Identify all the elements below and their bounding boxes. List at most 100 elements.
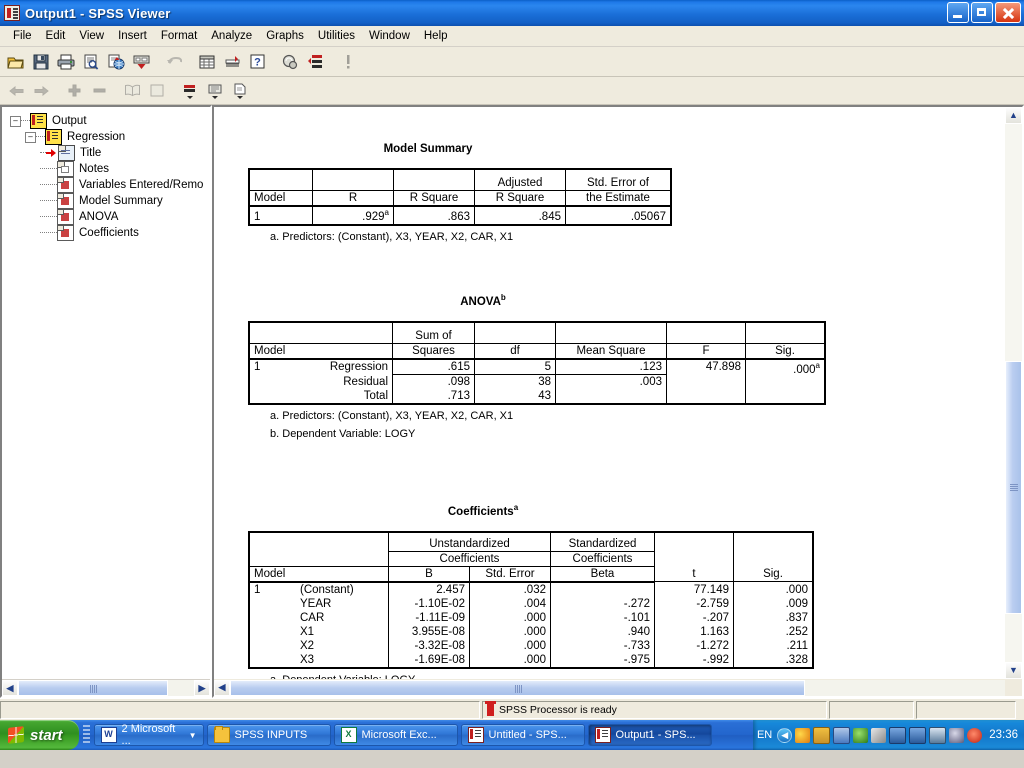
- display2-icon[interactable]: [909, 726, 927, 744]
- output-scroll-left-button[interactable]: ◀: [214, 679, 230, 696]
- menu-item-insert[interactable]: Insert: [111, 28, 154, 44]
- output-viewer-pane[interactable]: Model Summary Adjusted Std. Error of Mod…: [212, 105, 1024, 698]
- coef-cell-se-x2: .000: [469, 638, 551, 653]
- output-canvas[interactable]: Model Summary Adjusted Std. Error of Mod…: [228, 107, 1005, 679]
- footnote-text: Dependent Variable: LOGY: [282, 427, 416, 440]
- show-hide-icon[interactable]: [178, 79, 202, 102]
- output-vertical-scrollbar[interactable]: ▲ ▼: [1005, 107, 1022, 679]
- menu-item-help[interactable]: Help: [417, 28, 455, 44]
- goto-data-icon[interactable]: [195, 50, 219, 73]
- display1-icon[interactable]: [889, 726, 907, 744]
- tree-node-title[interactable]: Title: [2, 145, 210, 161]
- save-file-icon[interactable]: [29, 50, 53, 73]
- word-icon: W: [100, 727, 117, 743]
- output-vscroll-thumb[interactable]: [1005, 360, 1022, 614]
- coef-cell-blank-car: [248, 610, 278, 625]
- coefficients-table: Unstandardized Standardized t Sig. Coeff…: [248, 530, 814, 669]
- recall-dialog-icon[interactable]: [129, 50, 153, 73]
- tree-node-notes[interactable]: Notes: [2, 161, 210, 177]
- output-hscroll-thumb[interactable]: [230, 679, 805, 696]
- taskbar-item-word[interactable]: W 2 Microsoft ... ▼: [93, 723, 204, 747]
- tree-node-output[interactable]: – Output: [2, 113, 210, 129]
- menu-item-view[interactable]: View: [72, 28, 111, 44]
- tree-node-variables-entered[interactable]: Variables Entered/Remo: [2, 177, 210, 193]
- goto-case-icon[interactable]: [220, 50, 244, 73]
- hide-results-icon[interactable]: [203, 79, 227, 102]
- outline-scroll-left-button[interactable]: ◀: [2, 680, 18, 696]
- language-indicator[interactable]: EN: [757, 729, 772, 741]
- taskbar-clock[interactable]: 23:36: [989, 729, 1018, 741]
- open-file-icon[interactable]: [4, 50, 28, 73]
- output-scroll-up-button[interactable]: ▲: [1005, 107, 1022, 124]
- tree-node-coefficients[interactable]: Coefficients: [2, 225, 210, 241]
- menu-item-format[interactable]: Format: [154, 28, 204, 44]
- insert-icon[interactable]: [303, 50, 327, 73]
- coef-head-unstd-line1: Unstandardized: [388, 531, 551, 552]
- outline-scroll-track[interactable]: [18, 680, 194, 696]
- settings-icon[interactable]: [949, 727, 965, 743]
- output-vscroll-track[interactable]: [1005, 124, 1022, 662]
- menu-item-analyze[interactable]: Analyze: [204, 28, 259, 44]
- tree-label-regression: Regression: [67, 131, 126, 143]
- pen-icon[interactable]: [871, 727, 887, 743]
- taskbar-item-untitled-spss[interactable]: Untitled - SPS...: [460, 724, 585, 746]
- volume-icon[interactable]: [795, 727, 811, 743]
- tree-node-anova[interactable]: ANOVA: [2, 209, 210, 225]
- menu-item-window[interactable]: Window: [362, 28, 417, 44]
- menu-item-edit[interactable]: Edit: [39, 28, 73, 44]
- output-hscroll-track[interactable]: [230, 679, 1006, 696]
- menu-item-graphs[interactable]: Graphs: [259, 28, 311, 44]
- menu-item-file[interactable]: File: [6, 28, 39, 44]
- chevron-left-icon[interactable]: ◀: [777, 727, 793, 743]
- outline-scroll-thumb[interactable]: [18, 680, 168, 696]
- expand-icon[interactable]: [120, 79, 144, 102]
- coef-cell-sig-constant: .000: [733, 581, 814, 597]
- collapse-icon[interactable]: [145, 79, 169, 102]
- network-icon[interactable]: [813, 726, 831, 744]
- coef-cell-var-car: CAR: [278, 610, 389, 625]
- outline-horizontal-scrollbar[interactable]: ◀ ▶: [2, 679, 210, 696]
- demote-icon[interactable]: [87, 79, 111, 102]
- output-horizontal-scrollbar[interactable]: ◀ ▶: [214, 679, 1022, 696]
- printer-icon[interactable]: [929, 726, 947, 744]
- system-tray: EN ◀ 23:36: [752, 720, 1024, 750]
- expander-output[interactable]: –: [10, 115, 21, 127]
- shield-icon[interactable]: [967, 727, 983, 743]
- find-icon[interactable]: [278, 50, 302, 73]
- back-arrow-icon[interactable]: [4, 79, 28, 102]
- tree-node-model-summary[interactable]: Model Summary: [2, 193, 210, 209]
- update-icon[interactable]: [853, 727, 869, 743]
- expander-regression[interactable]: –: [25, 131, 36, 143]
- promote-icon[interactable]: [62, 79, 86, 102]
- forward-arrow-icon[interactable]: [29, 79, 53, 102]
- scrollbar-corner: [1005, 679, 1022, 696]
- print-icon[interactable]: [54, 50, 78, 73]
- tree-node-regression[interactable]: – Regression: [2, 129, 210, 145]
- taskbar-item-output1-spss[interactable]: Output1 - SPS...: [587, 724, 712, 746]
- tree-label-anova: ANOVA: [79, 211, 119, 223]
- start-button[interactable]: start: [0, 720, 79, 750]
- coef-cell-se-car: .000: [469, 610, 551, 625]
- table-row: CAR -1.11E-09 .000 -.101 -.207 .837: [248, 610, 814, 625]
- taskbar-item-spss-inputs[interactable]: SPSS INPUTS: [206, 724, 331, 746]
- taskbar-grip[interactable]: [82, 725, 90, 745]
- coef-cell-t-x2: -1.272: [654, 638, 734, 653]
- print-preview-icon[interactable]: [79, 50, 103, 73]
- menu-item-utilities[interactable]: Utilities: [311, 28, 362, 44]
- outline-pane[interactable]: – Output – Regression Title Notes Variab…: [0, 105, 212, 698]
- outline-scroll-right-button[interactable]: ▶: [194, 680, 210, 696]
- window-title-bar[interactable]: Output1 - SPSS Viewer: [0, 0, 1024, 26]
- variables-icon[interactable]: ?: [245, 50, 269, 73]
- show-results-icon[interactable]: [228, 79, 252, 102]
- maximize-button[interactable]: [971, 2, 993, 23]
- chevron-down-icon[interactable]: ▼: [189, 731, 197, 740]
- antivirus-icon[interactable]: [833, 726, 851, 744]
- run-icon[interactable]: [336, 50, 360, 73]
- taskbar-item-excel[interactable]: X Microsoft Exc...: [333, 724, 458, 746]
- output-scroll-down-button[interactable]: ▼: [1005, 662, 1022, 679]
- export-icon[interactable]: [104, 50, 128, 73]
- close-button[interactable]: [995, 2, 1021, 23]
- undo-icon[interactable]: [162, 50, 186, 73]
- minimize-button[interactable]: [947, 2, 969, 23]
- status-cell-middle: [829, 700, 914, 719]
